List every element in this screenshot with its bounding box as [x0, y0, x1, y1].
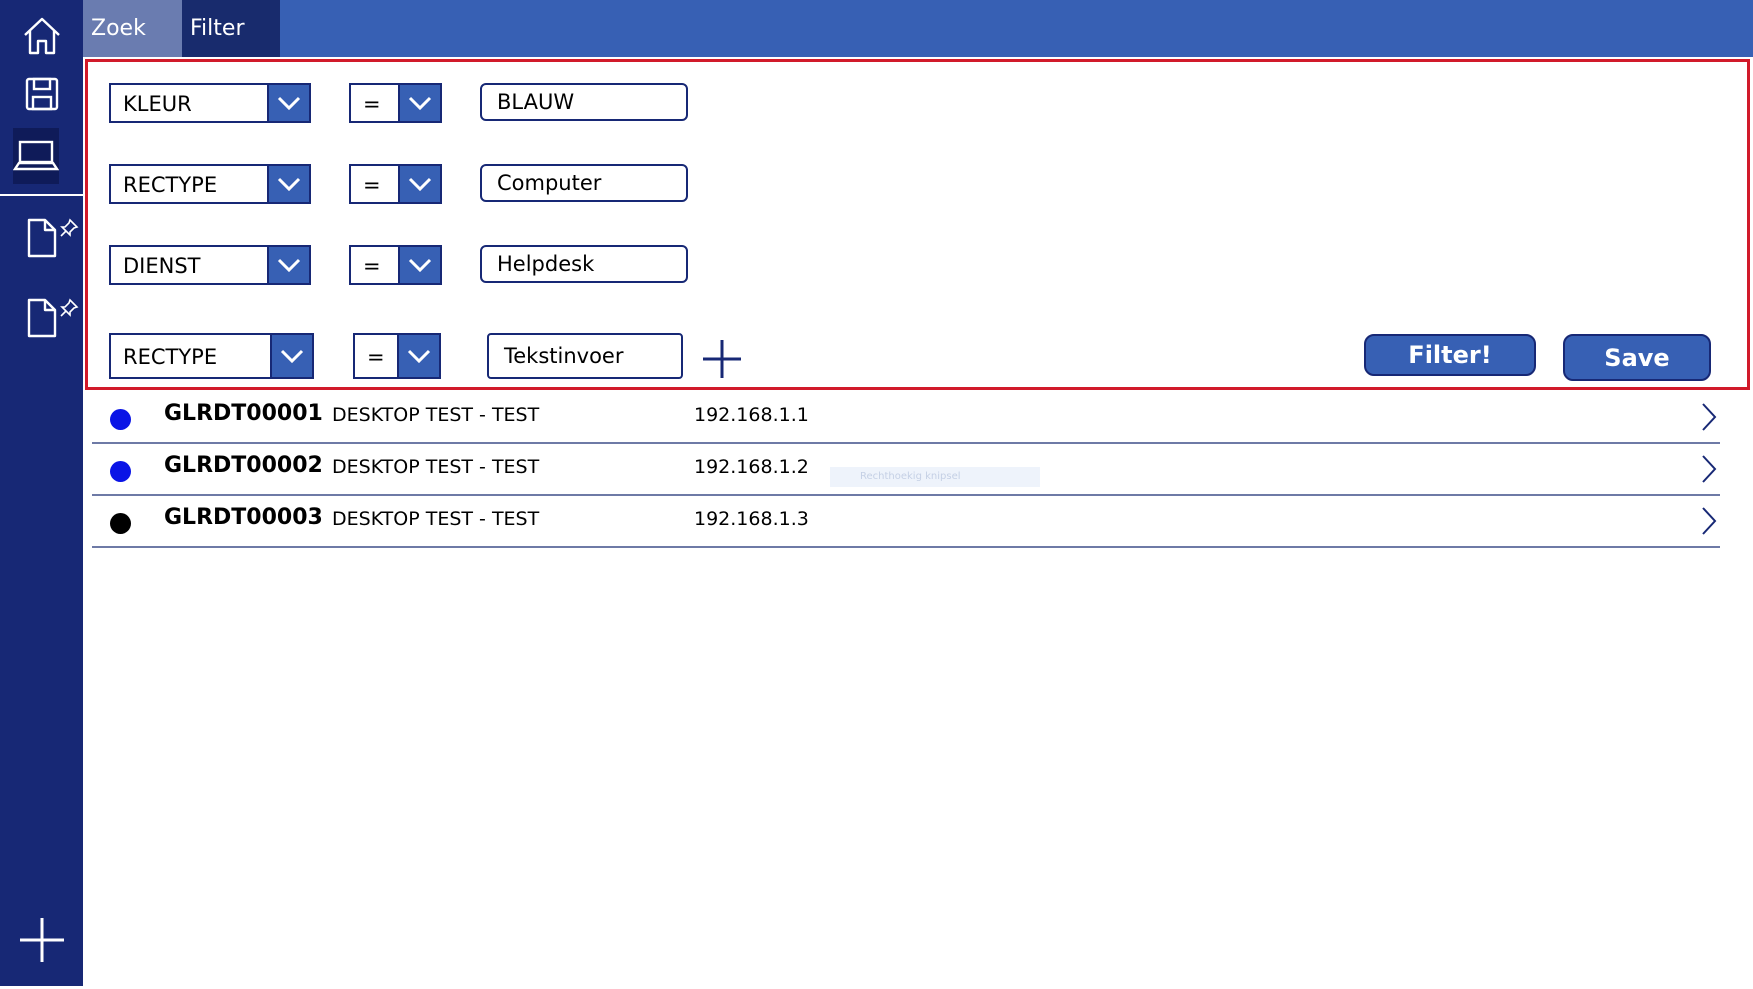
left-nav: [0, 0, 83, 986]
new-operator-dropdown[interactable]: =: [353, 333, 441, 379]
pinned-document-2[interactable]: [0, 290, 83, 346]
save-button[interactable]: Save: [1563, 334, 1711, 381]
pinned-document-1[interactable]: [0, 210, 83, 266]
operator-dropdown-value: =: [363, 92, 381, 116]
field-dropdown[interactable]: RECTYPE: [109, 164, 311, 204]
list-item[interactable]: GLRDT00003 DESKTOP TEST - TEST 192.168.1…: [92, 496, 1720, 548]
chevron-down-icon: [397, 335, 439, 377]
operator-dropdown-value: =: [363, 173, 381, 197]
tab-zoek[interactable]: Zoek: [83, 0, 182, 57]
save-button-nav[interactable]: [0, 66, 83, 122]
record-ip: 192.168.1.1: [694, 404, 809, 426]
tab-filter[interactable]: Filter: [182, 0, 280, 57]
chevron-right-icon[interactable]: [1700, 454, 1718, 488]
value-input[interactable]: BLAUW: [480, 83, 688, 121]
pin-icon[interactable]: [59, 298, 79, 318]
chevron-down-icon: [267, 166, 309, 202]
record-description: DESKTOP TEST - TEST: [332, 404, 540, 426]
operator-dropdown-value: =: [363, 254, 381, 278]
operator-dropdown[interactable]: =: [349, 245, 442, 285]
header-bar: Zoek Filter: [83, 0, 1753, 57]
nav-divider: [0, 194, 83, 196]
value-input[interactable]: Computer: [480, 164, 688, 202]
chevron-down-icon: [270, 335, 312, 377]
field-dropdown[interactable]: KLEUR: [109, 83, 311, 123]
field-dropdown[interactable]: DIENST: [109, 245, 311, 285]
operator-dropdown-value: =: [367, 345, 385, 369]
new-value-input[interactable]: Tekstinvoer: [487, 333, 683, 379]
status-dot: [110, 513, 131, 534]
home-button[interactable]: [0, 8, 83, 64]
field-dropdown-value: KLEUR: [123, 92, 192, 116]
record-id: GLRDT00001: [164, 401, 323, 426]
plus-icon: [18, 916, 66, 964]
record-ip: 192.168.1.2: [694, 456, 809, 478]
status-dot: [110, 409, 131, 430]
add-filter-button[interactable]: [701, 338, 743, 384]
chevron-down-icon: [398, 247, 440, 283]
record-ip: 192.168.1.3: [694, 508, 809, 530]
chevron-right-icon[interactable]: [1700, 402, 1718, 436]
chevron-down-icon: [267, 247, 309, 283]
chevron-down-icon: [398, 166, 440, 202]
home-icon: [22, 16, 62, 56]
plus-icon: [703, 340, 741, 378]
field-dropdown-value: DIENST: [123, 254, 201, 278]
tab-label: Zoek: [91, 16, 146, 41]
record-description: DESKTOP TEST - TEST: [332, 508, 540, 530]
operator-dropdown[interactable]: =: [349, 164, 442, 204]
chevron-right-icon[interactable]: [1700, 506, 1718, 540]
record-id: GLRDT00003: [164, 505, 323, 530]
list-item[interactable]: GLRDT00001 DESKTOP TEST - TEST 192.168.1…: [92, 392, 1720, 444]
laptop-icon: [13, 139, 59, 173]
chevron-down-icon: [398, 85, 440, 121]
chevron-down-icon: [267, 85, 309, 121]
operator-dropdown[interactable]: =: [349, 83, 442, 123]
record-id: GLRDT00002: [164, 453, 323, 478]
pin-icon[interactable]: [59, 218, 79, 238]
status-dot: [110, 461, 131, 482]
snip-overlay-label: Rechthoekig knipsel: [830, 467, 1040, 487]
save-icon: [24, 76, 60, 112]
value-input[interactable]: Helpdesk: [480, 245, 688, 283]
new-field-dropdown[interactable]: RECTYPE: [109, 333, 314, 379]
document-icon: [25, 217, 59, 259]
filter-button[interactable]: Filter!: [1364, 334, 1536, 376]
filter-panel: KLEUR = BLAUW RECTYPE = Computer DIENST …: [85, 59, 1750, 390]
document-icon: [25, 297, 59, 339]
devices-button[interactable]: [13, 128, 59, 184]
field-dropdown-value: RECTYPE: [123, 345, 218, 369]
record-description: DESKTOP TEST - TEST: [332, 456, 540, 478]
tab-label: Filter: [190, 16, 245, 41]
add-button-nav[interactable]: [0, 912, 83, 968]
field-dropdown-value: RECTYPE: [123, 173, 218, 197]
